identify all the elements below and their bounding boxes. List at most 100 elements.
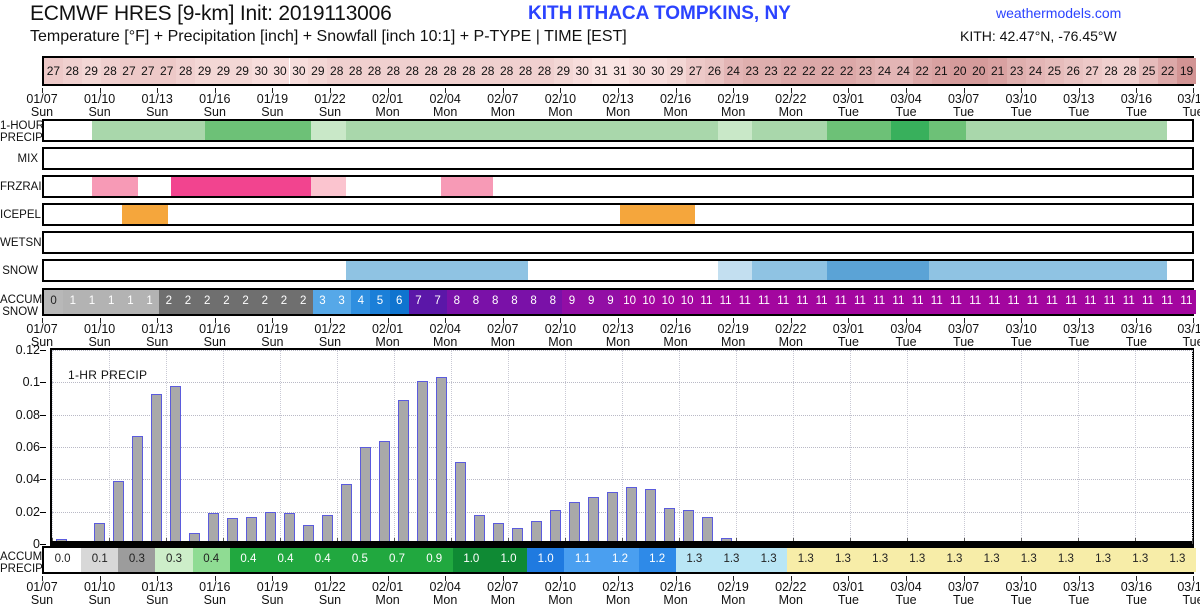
axis-tick-label: 02/13 Mon bbox=[602, 581, 633, 607]
temperature-cell: 23 bbox=[1007, 58, 1027, 84]
accum-precip-cell: 0.4 bbox=[192, 548, 230, 572]
axis-tick-label: 01/16 Sun bbox=[199, 323, 230, 349]
temperature-cell: 22 bbox=[780, 58, 800, 84]
accum-snow-cell: 10 bbox=[639, 290, 659, 314]
temperature-cell: 25 bbox=[1139, 58, 1159, 84]
precip-bar bbox=[644, 489, 657, 544]
accum-precip-cell: 1.2 bbox=[601, 548, 639, 572]
row-label-icepel: ICEPEL bbox=[0, 209, 41, 221]
precip-y-axis: 0 0.02 0.04 0.06 0.08 0.1 0.12 bbox=[0, 343, 46, 551]
precip-bar bbox=[549, 510, 562, 544]
temperature-cell: 30 bbox=[572, 58, 592, 84]
temperature-value: 23 bbox=[858, 64, 873, 78]
accum-snow-value: 11 bbox=[796, 295, 809, 308]
accum-snow-value: 8 bbox=[453, 295, 460, 308]
axis-tick-day: Sun bbox=[88, 593, 111, 607]
accum-precip-cell: 0.0 bbox=[44, 548, 82, 572]
accum-snow-cell: 11 bbox=[735, 290, 755, 314]
header: ECMWF HRES [9-km] Init: 2019113006 Tempe… bbox=[0, 0, 1200, 52]
temperature-cell: 28 bbox=[1101, 58, 1121, 84]
temperature-cell: 28 bbox=[383, 58, 403, 84]
axis-tick-day: Tue bbox=[1125, 593, 1147, 607]
accum-precip-cell: 1.3 bbox=[824, 548, 862, 572]
temperature-cell: 22 bbox=[1158, 58, 1178, 84]
accum-snow-cell: 8 bbox=[504, 290, 524, 314]
temperature-value: 27 bbox=[122, 64, 136, 78]
accum-precip-value: 1.3 bbox=[1020, 553, 1037, 566]
chart-gridline-v bbox=[1021, 350, 1022, 544]
axis-tick-day: Mon bbox=[375, 105, 400, 119]
precip-bar bbox=[283, 513, 296, 544]
row-label-accum-snow-line1: ACCUM bbox=[0, 294, 43, 306]
axis-tick-day: Tue bbox=[837, 105, 859, 119]
temperature-cell: 28 bbox=[535, 58, 554, 84]
accum-snow-cell: 3 bbox=[312, 290, 332, 314]
accum-snow-cell: 11 bbox=[1004, 290, 1024, 314]
chart-gridline-v bbox=[508, 350, 509, 544]
axis-tick-day: Mon bbox=[548, 105, 573, 119]
chart-gridline-v bbox=[394, 350, 395, 544]
precip-bar bbox=[321, 514, 334, 544]
accum-precip-value: 0.4 bbox=[314, 553, 331, 566]
accum-precip-value: 1.0 bbox=[500, 553, 517, 566]
axis-tick-label: 03/07 Tue bbox=[948, 93, 979, 119]
temperature-cell: 22 bbox=[799, 58, 819, 84]
axis-tick-day: Sun bbox=[261, 105, 284, 119]
chart-y-tick-label: 0.02 bbox=[15, 504, 40, 519]
date-axis-mid: 01/07 Sun 01/10 Sun 01/13 Sun 01/16 Sun 01/19 Sun… bbox=[26, 318, 1200, 349]
accum-snow-value: 10 bbox=[623, 295, 636, 308]
accum-snow-cell: 11 bbox=[1176, 290, 1196, 314]
accum-snow-cell: 9 bbox=[562, 290, 582, 314]
temperature-value: 24 bbox=[1028, 64, 1043, 78]
accum-precip-value: 1.3 bbox=[872, 553, 889, 566]
temperature-value: 21 bbox=[991, 64, 1005, 78]
temperature-cell: 29 bbox=[81, 58, 101, 84]
axis-tick-label: 01/07 Sun bbox=[26, 581, 57, 607]
row-label-mix: MIX bbox=[17, 153, 38, 165]
accum-snow-cell: 2 bbox=[293, 290, 313, 314]
accum-snow-value: 9 bbox=[568, 295, 576, 308]
temperature-cell: 28 bbox=[1120, 58, 1140, 84]
axis-tick-label: 03/01 Tue bbox=[833, 581, 864, 607]
accum-snow-cell: 6 bbox=[389, 290, 409, 314]
temperature-cell: 28 bbox=[440, 58, 460, 84]
accum-snow-cell: 2 bbox=[178, 290, 198, 314]
accum-precip-cell: 1.0 bbox=[527, 548, 565, 572]
precip-bar bbox=[150, 393, 163, 544]
axis-tick-label: 03/01 Tue bbox=[833, 323, 864, 349]
accum-snow-value: 8 bbox=[491, 295, 499, 308]
precip-bar bbox=[587, 497, 600, 544]
temperature-value: 29 bbox=[84, 64, 98, 78]
temperature-cell: 21 bbox=[931, 58, 951, 84]
accum-precip-value: 1.3 bbox=[909, 553, 926, 566]
accum-snow-cell: 9 bbox=[600, 290, 620, 314]
axis-tick-day: Mon bbox=[490, 105, 515, 119]
chart-y-tick bbox=[40, 511, 46, 513]
temperature-value: 28 bbox=[443, 64, 457, 78]
row-mix bbox=[42, 147, 1194, 170]
accum-snow-value: 2 bbox=[280, 295, 288, 308]
chart-gridline-v bbox=[565, 350, 566, 544]
accum-precip-value: 1.2 bbox=[611, 553, 628, 566]
temperature-cell: 29 bbox=[553, 58, 573, 84]
axis-tick-label: 02/04 Mon bbox=[430, 581, 461, 607]
temperature-cell: 20 bbox=[969, 58, 989, 84]
accum-snow-value: 11 bbox=[719, 295, 732, 308]
precip-bar bbox=[207, 513, 220, 544]
accum-precip-cell: 0.3 bbox=[118, 548, 156, 572]
temperature-cell: 28 bbox=[346, 58, 366, 84]
axis-tick-label: 02/13 Mon bbox=[602, 93, 633, 119]
accum-snow-cell: 11 bbox=[908, 290, 928, 314]
temperature-cell: 28 bbox=[100, 58, 120, 84]
accum-snow-value: 10 bbox=[661, 295, 675, 308]
axis-tick-day: Mon bbox=[778, 105, 803, 119]
chart-y-tick-label: 0 bbox=[33, 537, 40, 551]
temperature-value: 29 bbox=[197, 64, 212, 78]
accum-snow-value: 11 bbox=[700, 295, 713, 308]
accum-snow-cell: 9 bbox=[581, 290, 601, 314]
temperature-cell: 30 bbox=[629, 58, 649, 84]
accum-snow-cell: 7 bbox=[408, 290, 428, 314]
accum-precip-value: 1.3 bbox=[760, 553, 777, 566]
site-link[interactable]: weathermodels.com bbox=[996, 5, 1121, 21]
temperature-value: 27 bbox=[141, 64, 155, 78]
